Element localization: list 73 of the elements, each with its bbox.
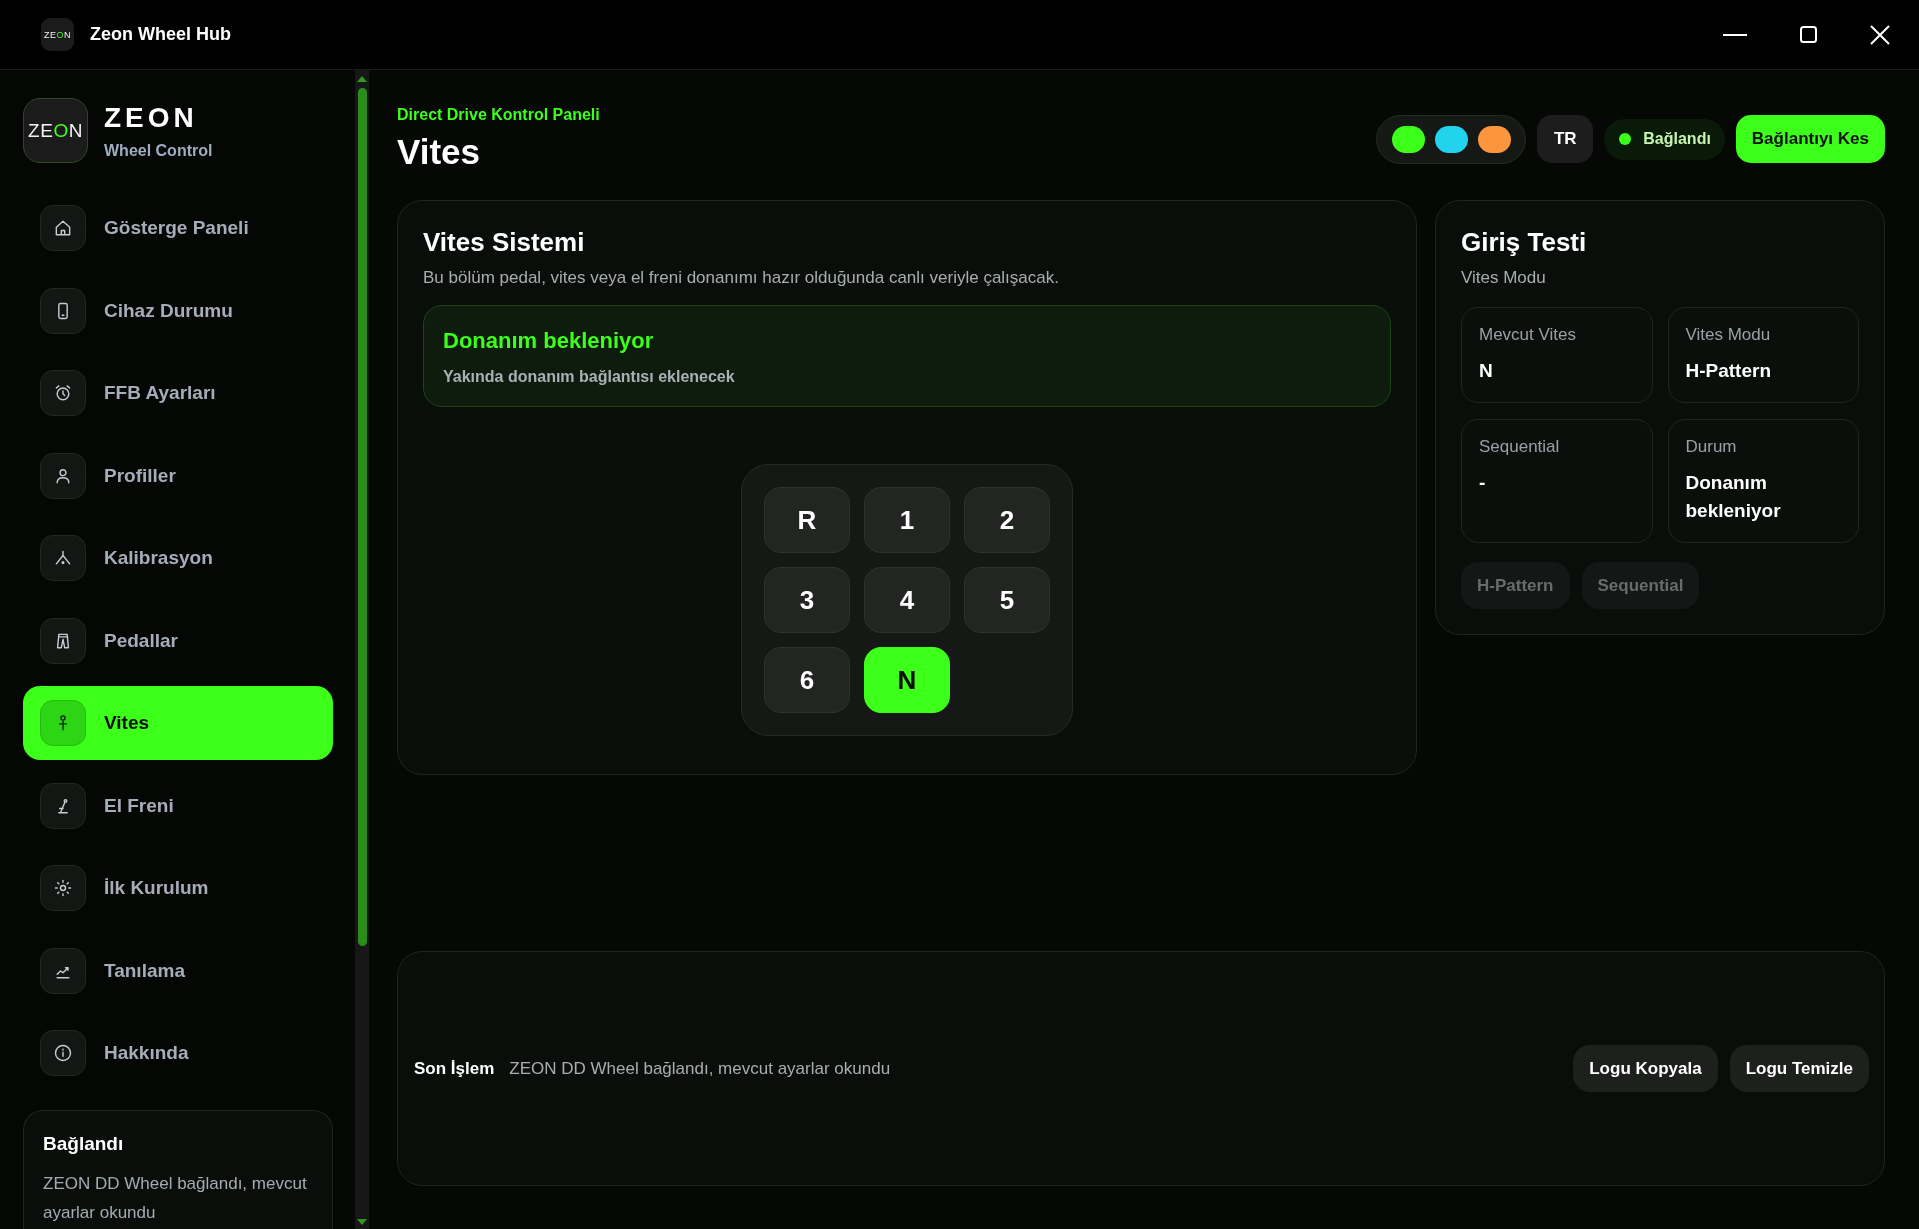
status-card-title: Bağlandı <box>43 1133 125 1155</box>
card-title: Vites Sistemi <box>423 227 586 258</box>
gear-button[interactable]: 6 <box>764 647 850 713</box>
log-label: Son İşlem <box>414 1058 495 1079</box>
nav-item[interactable]: Pedallar <box>23 603 333 678</box>
home-icon <box>40 205 86 251</box>
info-icon <box>40 1030 86 1076</box>
stopwatch-icon <box>40 370 86 416</box>
stat-label: Vites Modu <box>1685 325 1772 345</box>
log-button[interactable]: Logu Temizle <box>1729 1045 1869 1092</box>
chart-icon <box>40 947 86 994</box>
maximize-button[interactable] <box>1800 26 1817 43</box>
page-eyebrow: Direct Drive Kontrol Paneli <box>397 106 600 124</box>
brand-logo: ZEON <box>23 98 88 163</box>
shift-knob-icon <box>40 700 86 746</box>
theme-swatch-icon[interactable] <box>1392 125 1426 153</box>
minimize-icon <box>1723 33 1747 36</box>
minimize-button[interactable] <box>1723 33 1747 36</box>
brand-tagline: Wheel Control <box>104 141 213 160</box>
gear-button[interactable]: 3 <box>764 567 850 633</box>
status-dot-icon <box>1619 133 1632 145</box>
stat-label: Sequential <box>1479 437 1561 457</box>
card-description: Bu bölüm pedal, vites veya el freni donanımı hazır olduğunda canlı veriyle çalışacak. <box>423 268 1060 288</box>
gear-button[interactable]: 2 <box>964 487 1050 553</box>
card-subtitle: Vites Modu <box>1461 268 1547 288</box>
notice-text: Yakında donanım bağlantısı eklenecek <box>443 368 736 386</box>
card-title: Giriş Testi <box>1461 227 1588 258</box>
stat-value: N <box>1479 359 1494 383</box>
scroll-up-icon[interactable] <box>357 76 367 82</box>
stat-label: Durum <box>1685 437 1738 457</box>
scrollbar-thumb[interactable] <box>357 88 367 946</box>
nav-item[interactable]: FFB Ayarları <box>23 356 333 430</box>
connection-label: Bağlandı <box>1643 130 1711 148</box>
scroll-down-icon[interactable] <box>357 1219 367 1225</box>
gear-button[interactable]: R <box>764 487 850 553</box>
user-icon <box>40 452 86 499</box>
nav-item[interactable]: El Freni <box>23 768 333 843</box>
gear-button[interactable]: 4 <box>864 567 950 633</box>
window-title: Zeon Wheel Hub <box>90 24 231 45</box>
phone-icon <box>40 287 86 334</box>
status-card-text: ZEON DD Wheel bağlandı, mevcut ayarlar okundu <box>43 1173 308 1224</box>
nav-item[interactable]: İlk Kurulum <box>23 851 333 925</box>
stat-value: Donanım bekleniyor <box>1685 471 1782 523</box>
log-button[interactable]: Logu Kopyala <box>1573 1045 1718 1092</box>
log-message: ZEON DD Wheel bağlandı, mevcut ayarlar okundu <box>509 1058 891 1079</box>
maximize-icon <box>1800 26 1817 43</box>
gear-button[interactable]: N <box>864 647 950 713</box>
sun-icon <box>40 865 86 911</box>
stat-label: Mevcut Vites <box>1479 325 1577 345</box>
nav-item[interactable]: Profiller <box>23 438 333 513</box>
pants-icon <box>40 617 86 664</box>
gear-button[interactable]: 5 <box>964 567 1050 633</box>
nav-item[interactable]: Vites <box>23 686 333 760</box>
app-logo: ZEON <box>41 18 74 51</box>
page-title: Vites <box>397 132 482 172</box>
language-button[interactable]: TR <box>1537 115 1594 163</box>
brand-name: ZEON <box>104 101 199 134</box>
close-button[interactable] <box>1870 24 1890 45</box>
stat-value: H-Pattern <box>1685 359 1772 383</box>
angle-icon <box>40 535 86 581</box>
theme-swatch-icon[interactable] <box>1435 125 1469 153</box>
nav-item[interactable]: Tanılama <box>23 933 333 1008</box>
theme-swatch-icon[interactable] <box>1478 125 1512 153</box>
lever-icon <box>40 782 86 829</box>
nav-item[interactable]: Kalibrasyon <box>23 521 333 595</box>
close-icon <box>1870 24 1890 45</box>
nav-item[interactable]: Gösterge Paneli <box>23 191 333 265</box>
disconnect-button[interactable]: Bağlantıyı Kes <box>1735 115 1885 163</box>
notice-title: Donanım bekleniyor <box>443 328 655 354</box>
stat-value: - <box>1479 471 1487 495</box>
nav-item[interactable]: Cihaz Durumu <box>23 273 333 348</box>
nav-item[interactable]: Hakkında <box>23 1016 333 1090</box>
gear-button[interactable]: 1 <box>864 487 950 553</box>
